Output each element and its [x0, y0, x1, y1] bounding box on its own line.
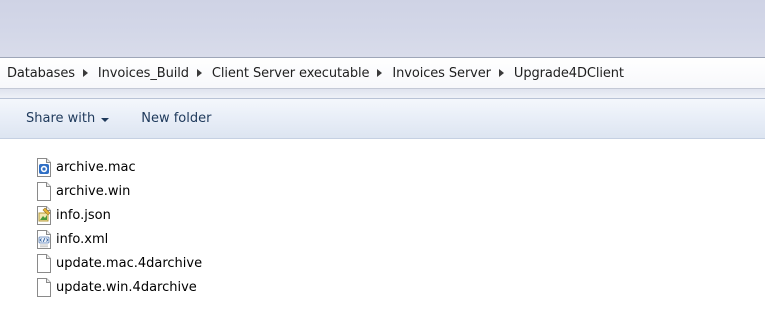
breadcrumb-arrow-icon[interactable]	[377, 69, 383, 77]
file-item[interactable]: info.json	[0, 203, 765, 227]
blank-file-icon	[36, 277, 52, 297]
file-item[interactable]: archive.mac	[0, 155, 765, 179]
breadcrumb-arrow-icon[interactable]	[196, 69, 202, 77]
json-file-icon	[36, 205, 52, 225]
breadcrumb-item-upgrade4dclient[interactable]: Upgrade4DClient	[514, 66, 624, 81]
command-bar: Share with New folder	[0, 99, 765, 139]
new-folder-button[interactable]: New folder	[137, 108, 215, 129]
file-name: update.mac.4darchive	[56, 255, 203, 271]
blank-file-icon	[36, 253, 52, 273]
breadcrumb-item-databases[interactable]: Databases	[7, 66, 75, 81]
explorer-window: Databases Invoices_Build Client Server e…	[0, 0, 765, 329]
chevron-down-icon	[101, 117, 110, 122]
share-with-label: Share with	[26, 111, 96, 126]
file-name: archive.win	[56, 183, 131, 199]
breadcrumb-item-invoices-build[interactable]: Invoices_Build	[98, 66, 189, 81]
breadcrumb-item-client-server-executable[interactable]: Client Server executable	[212, 66, 370, 81]
file-list: archive.mac archive.win info.json info.x…	[0, 139, 765, 329]
file-name: archive.mac	[56, 159, 136, 175]
file-name: update.win.4darchive	[56, 279, 197, 295]
blank-file-icon	[36, 181, 52, 201]
breadcrumb-item-invoices-server[interactable]: Invoices Server	[392, 66, 491, 81]
breadcrumb-arrow-icon[interactable]	[498, 69, 504, 77]
file-item[interactable]: update.mac.4darchive	[0, 251, 765, 275]
file-item[interactable]: update.win.4darchive	[0, 275, 765, 299]
file-name: info.json	[56, 207, 111, 223]
file-item[interactable]: info.xml	[0, 227, 765, 251]
address-bar[interactable]: Databases Invoices_Build Client Server e…	[0, 57, 765, 89]
xml-file-icon	[36, 229, 52, 249]
new-folder-label: New folder	[141, 111, 212, 126]
title-bar[interactable]	[0, 0, 765, 57]
mac-archive-icon	[36, 157, 52, 177]
file-item[interactable]: archive.win	[0, 179, 765, 203]
breadcrumb-arrow-icon[interactable]	[82, 69, 88, 77]
share-with-button[interactable]: Share with	[22, 108, 113, 129]
file-name: info.xml	[56, 231, 109, 247]
address-toolbar-separator	[0, 89, 765, 99]
